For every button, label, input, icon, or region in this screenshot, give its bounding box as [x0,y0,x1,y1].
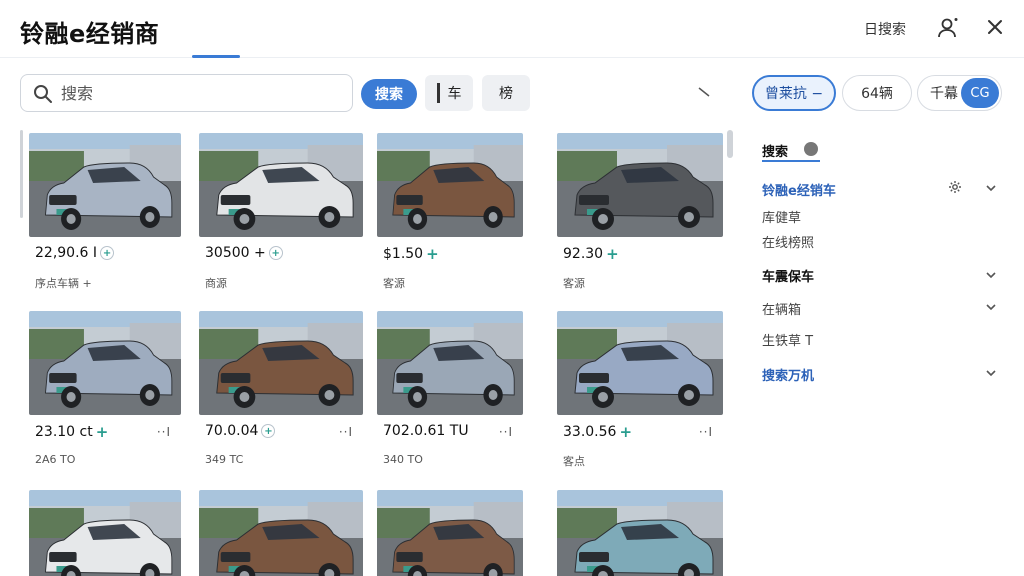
filter-chip-badge[interactable]: CG [961,78,999,108]
close-icon[interactable] [984,16,1006,38]
car-price-value: 30500 + [205,245,266,261]
sidebar-title-underline [762,160,820,162]
settings-icon[interactable] [948,180,962,194]
car-card[interactable]: $1.50 + 客源 [377,133,523,290]
sidebar-item-online-rank[interactable]: 在线榜照 [762,232,814,251]
car-price-value: 33.0.56 [563,424,617,440]
sidebar-title[interactable]: 搜索 [762,141,788,160]
more-options-icon[interactable]: ··I [499,425,513,439]
car-subtitle: 序点车辆 + [35,277,92,290]
car-subtitle: 客源 [383,277,405,290]
add-icon[interactable]: + [606,245,619,263]
car-card[interactable]: 92.30 + 客源 [557,133,723,290]
filter-chip-label: 千幕 [930,86,958,102]
car-photo[interactable] [199,311,363,415]
chevron-down-icon[interactable] [984,181,998,195]
chevron-down-icon[interactable] [984,268,998,282]
search-icon [34,85,52,103]
car-price: 33.0.56 + [563,423,632,441]
sidebar-item-dealer-cars[interactable]: 铃融e经销车 [762,180,836,199]
car-photo[interactable] [377,133,523,237]
add-icon[interactable]: + [96,423,109,441]
grid-scrollbar[interactable] [20,130,23,218]
car-photo[interactable] [199,490,363,576]
car-card[interactable] [199,490,363,576]
car-card[interactable] [377,490,523,576]
car-card[interactable] [557,490,723,576]
car-price-value: $1.50 [383,246,424,262]
car-photo[interactable] [29,311,181,415]
car-photo[interactable] [377,311,523,415]
sidebar-item-search-engine[interactable]: 搜索万机 [762,365,814,384]
car-card[interactable]: 70.0.04 + ··I 349 TC [199,311,363,466]
car-photo[interactable] [377,490,523,576]
car-price-value: 23.10 ct [35,424,93,440]
car-price-value: 22,90.6 I [35,245,98,261]
car-card[interactable]: 22,90.6 I + 序点车辆 + [29,133,181,290]
more-options-icon[interactable]: ··I [699,425,713,439]
slash-icon [698,87,710,97]
car-price: 22,90.6 I + [35,245,115,261]
header-link[interactable]: 日搜索 [864,19,906,39]
car-photo[interactable] [29,490,181,576]
more-options-icon[interactable]: ··I [339,425,353,439]
chevron-down-icon[interactable] [984,366,998,380]
car-subtitle: 客源 [563,277,585,290]
car-card[interactable] [29,490,181,576]
search-button[interactable]: 搜索 [361,79,417,109]
active-filter-chip[interactable]: 曾莱抗 − [752,75,836,111]
filter-rank-button[interactable]: 榜 [482,75,530,111]
active-tab-indicator [192,55,240,58]
search-input[interactable] [61,81,341,105]
filter-car-button[interactable]: 车 [425,75,473,111]
add-circle-icon[interactable]: + [100,246,115,260]
sidebar-item-vehicles[interactable]: 车震保车 [762,266,814,285]
filter-car-label: 车 [447,86,462,102]
sidebar-item-in-stock[interactable]: 在辆箱 [762,299,801,318]
car-price: 70.0.04 + [205,423,276,439]
app-title: 铃融e经销商 [20,20,160,48]
car-card[interactable]: 23.10 ct + ··I 2A6 TO [29,311,181,466]
car-price: $1.50 + [383,245,439,263]
search-box[interactable] [20,74,353,112]
car-card[interactable]: 30500 + + 商源 [199,133,363,290]
filter-chip[interactable]: 千幕 CG [917,75,1002,111]
sidebar-item-production[interactable]: 生铁草 T [762,330,813,349]
car-subtitle: 客点 [563,455,585,468]
car-photo[interactable] [557,133,723,237]
add-icon[interactable]: + [426,245,439,263]
car-price: 23.10 ct + [35,423,108,441]
chevron-down-icon[interactable] [984,300,998,314]
car-price-value: 702.0.61 TU [383,423,469,439]
sidebar-title-icon [804,142,818,156]
car-photo[interactable] [557,490,723,576]
car-photo[interactable] [557,311,723,415]
car-subtitle: 349 TC [205,453,244,466]
car-photo[interactable] [29,133,181,237]
car-subtitle: 2A6 TO [35,453,76,466]
panel-scrollbar[interactable] [727,130,733,158]
car-price-value: 92.30 [563,246,604,262]
car-price: 30500 + + [205,245,283,261]
car-subtitle: 商源 [205,277,227,290]
header: 铃融e经销商 日搜索 [0,0,1024,58]
user-icon[interactable] [936,16,960,40]
car-card[interactable]: 33.0.56 + ··I 客点 [557,311,723,468]
car-subtitle: 340 TO [383,453,423,466]
car-price: 92.30 + [563,245,619,263]
car-card[interactable]: 702.0.61 TU ··I 340 TO [377,311,523,466]
car-photo[interactable] [199,133,363,237]
add-icon[interactable]: + [619,423,632,441]
more-options-icon[interactable]: ··I [157,425,171,439]
add-circle-icon[interactable]: + [261,424,276,438]
car-price: 702.0.61 TU [383,423,469,439]
count-chip[interactable]: 64辆 [842,75,912,111]
add-circle-icon[interactable]: + [268,246,283,260]
sidebar-item-inventory[interactable]: 库健草 [762,207,801,226]
car-price-value: 70.0.04 [205,423,259,439]
divider-bar [436,83,440,103]
